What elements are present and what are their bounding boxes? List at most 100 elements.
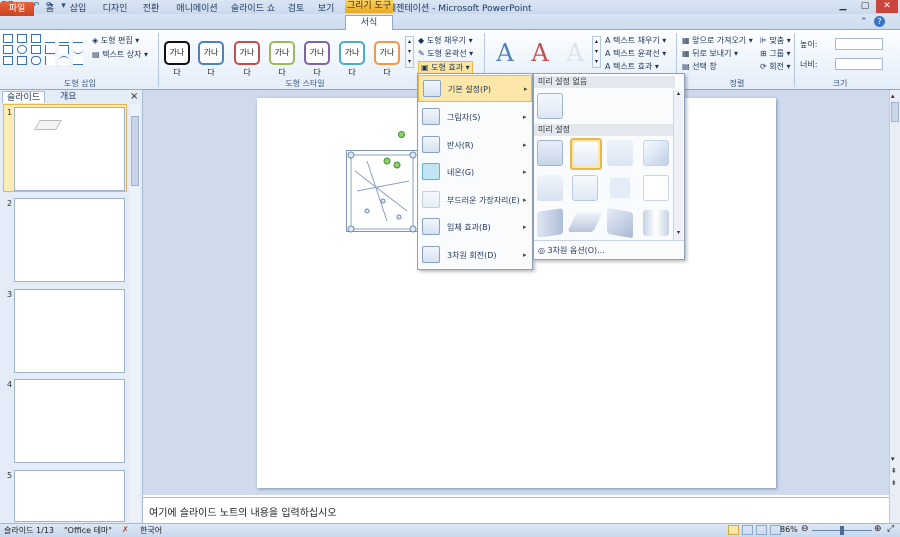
shape-arrow2-icon[interactable] (3, 56, 13, 65)
shape-text-icon[interactable] (3, 34, 13, 43)
text-effects-button[interactable]: A 텍스트 효과 ▾ (605, 61, 659, 72)
tab-outline[interactable]: 개요 (56, 91, 81, 103)
close-icon[interactable]: ✕ (876, 0, 898, 13)
scroll-thumb[interactable] (891, 102, 899, 122)
zoom-in-icon[interactable]: ⊕ (874, 524, 882, 534)
preset-scrollbar[interactable]: ▴ ▾ (673, 90, 683, 240)
slide-thumbnail-4[interactable] (14, 379, 125, 463)
preset-1[interactable] (537, 140, 563, 166)
tab-transitions[interactable]: 전환 (136, 2, 166, 16)
slide-thumbnail-1[interactable] (14, 107, 125, 191)
scroll-thumb[interactable] (131, 116, 139, 186)
slide-thumbnail-2[interactable] (14, 198, 125, 282)
height-input[interactable] (835, 38, 883, 50)
text-box-button[interactable]: ▤ 텍스트 상자 ▾ (92, 49, 148, 60)
wordart-red[interactable]: A (526, 38, 554, 68)
width-input[interactable] (835, 58, 883, 70)
menu-item-shadow[interactable]: 그림자(S) ▸ (418, 104, 532, 131)
3d-options-item[interactable]: ◎ 3차원 옵션(O)... (538, 245, 605, 256)
preset-8[interactable] (643, 175, 669, 201)
tab-slides[interactable]: 슬라이드 (2, 91, 46, 103)
tab-design[interactable]: 디자인 (98, 2, 132, 16)
zoom-level[interactable]: 86% (780, 525, 798, 534)
shape-octagon-icon[interactable] (17, 56, 27, 65)
text-outline-button[interactable]: A 텍스트 윤곽선 ▾ (605, 48, 666, 59)
menu-item-glow[interactable]: 네온(G) ▸ (418, 159, 532, 186)
preset-4[interactable] (643, 140, 669, 166)
shape-brace-icon[interactable] (45, 56, 55, 65)
shape-triangle-icon[interactable] (31, 45, 41, 54)
shape-cloud-icon[interactable] (31, 56, 41, 65)
fit-to-window-icon[interactable]: ⤢ (887, 524, 894, 534)
slide-thumbnail-5[interactable] (14, 470, 125, 522)
rotate-button[interactable]: ⟳ 회전 ▾ (760, 61, 791, 72)
shape-rect-icon[interactable] (17, 34, 27, 43)
selection-pane-button[interactable]: ▤ 선택 창 (682, 61, 717, 72)
style-preset-orange[interactable]: 가나다 (374, 41, 400, 77)
scroll-up-icon[interactable]: ▴ (891, 92, 895, 100)
scroll-down-icon[interactable]: ▾ (891, 455, 895, 463)
tab-slideshow[interactable]: 슬라이드 쇼 (226, 2, 280, 16)
shape-outline-button[interactable]: ✎ 도형 윤곽선 ▾ (418, 48, 473, 59)
ribbon-minimize-icon[interactable]: ⌃ (860, 17, 868, 27)
selected-shape-group[interactable] (346, 150, 418, 233)
shape-curve-icon[interactable] (73, 45, 83, 54)
menu-item-preset[interactable]: 기본 설정(P) ▸ (418, 75, 532, 102)
tab-file[interactable]: 파일 (0, 2, 34, 16)
shape-more-icon[interactable] (73, 34, 83, 43)
shape-elbow-icon[interactable] (59, 45, 69, 54)
slide-sorter-icon[interactable] (742, 525, 753, 535)
preset-2[interactable] (570, 138, 602, 170)
next-slide-icon[interactable]: ⇟ (891, 479, 897, 487)
send-backward-button[interactable]: ▦ 뒤로 보내기 ▾ (682, 48, 738, 59)
shape-arrow-icon[interactable] (59, 34, 69, 43)
minimize-icon[interactable]: ▁ (832, 0, 854, 13)
style-preset-black[interactable]: 가나다 (164, 41, 190, 77)
wordart-gallery-scroll[interactable]: ▴ ▾ ▾ (592, 36, 601, 68)
bring-forward-button[interactable]: ▦ 앞으로 가져오기 ▾ (682, 35, 753, 46)
style-preset-red[interactable]: 가나다 (234, 41, 260, 77)
style-preset-purple[interactable]: 가나다 (304, 41, 330, 77)
style-preset-aqua[interactable]: 가나다 (339, 41, 365, 77)
tab-home[interactable]: 홈 (38, 2, 62, 16)
slide-thumbnail-3[interactable] (14, 289, 125, 373)
shape-freeform-icon[interactable] (73, 56, 83, 65)
slide-vertical-scrollbar[interactable]: ▴ ▾ ⇞ ⇟ (889, 90, 900, 523)
preset-9[interactable] (537, 208, 563, 238)
tab-review[interactable]: 검토 (282, 2, 310, 16)
menu-item-3d-rotation[interactable]: 3차원 회전(D) ▸ (418, 242, 532, 269)
preset-11[interactable] (607, 207, 633, 239)
preset-3[interactable] (607, 140, 633, 166)
close-panel-icon[interactable]: × (130, 91, 138, 102)
shape-wave-icon[interactable] (59, 56, 69, 65)
menu-item-reflection[interactable]: 반사(R) ▸ (418, 132, 532, 159)
reading-view-icon[interactable] (756, 525, 767, 535)
rotation-handle[interactable] (398, 131, 405, 138)
tab-animations[interactable]: 애니메이션 (170, 2, 224, 16)
shape-gallery[interactable] (3, 34, 85, 70)
shape-image-icon[interactable] (31, 34, 41, 43)
style-preset-blue[interactable]: 가나다 (198, 41, 224, 77)
text-fill-button[interactable]: A 텍스트 채우기 ▾ (605, 35, 666, 46)
shape-connector-icon[interactable] (45, 45, 55, 54)
preset-none[interactable] (537, 93, 563, 119)
notes-pane[interactable]: 여기에 슬라이드 노트의 내용을 입력하십시오 (143, 497, 889, 522)
menu-item-bevel[interactable]: 입체 효과(B) ▸ (418, 214, 532, 241)
shape-line-icon[interactable] (45, 34, 55, 43)
preset-7[interactable] (607, 175, 633, 201)
zoom-slider-thumb[interactable] (840, 526, 844, 535)
normal-view-icon[interactable] (728, 525, 739, 535)
style-gallery-scroll[interactable]: ▴ ▾ ▾ (405, 36, 414, 68)
slides-scrollbar[interactable] (130, 104, 140, 522)
wordart-blue[interactable]: A (491, 38, 519, 68)
spellcheck-icon[interactable]: ✗ (122, 525, 129, 534)
preset-6[interactable] (572, 175, 598, 201)
style-preset-green[interactable]: 가나다 (269, 41, 295, 77)
shape-ellipse-icon[interactable] (17, 45, 27, 54)
shape-fill-button[interactable]: ◆ 도형 채우기 ▾ (418, 35, 473, 46)
language[interactable]: 한국어 (140, 525, 162, 536)
tab-insert[interactable]: 삽입 (64, 2, 92, 16)
help-icon[interactable]: ? (874, 16, 885, 27)
edit-shape-button[interactable]: ◈ 도형 편집 ▾ (92, 35, 139, 46)
preset-12[interactable] (643, 210, 669, 236)
